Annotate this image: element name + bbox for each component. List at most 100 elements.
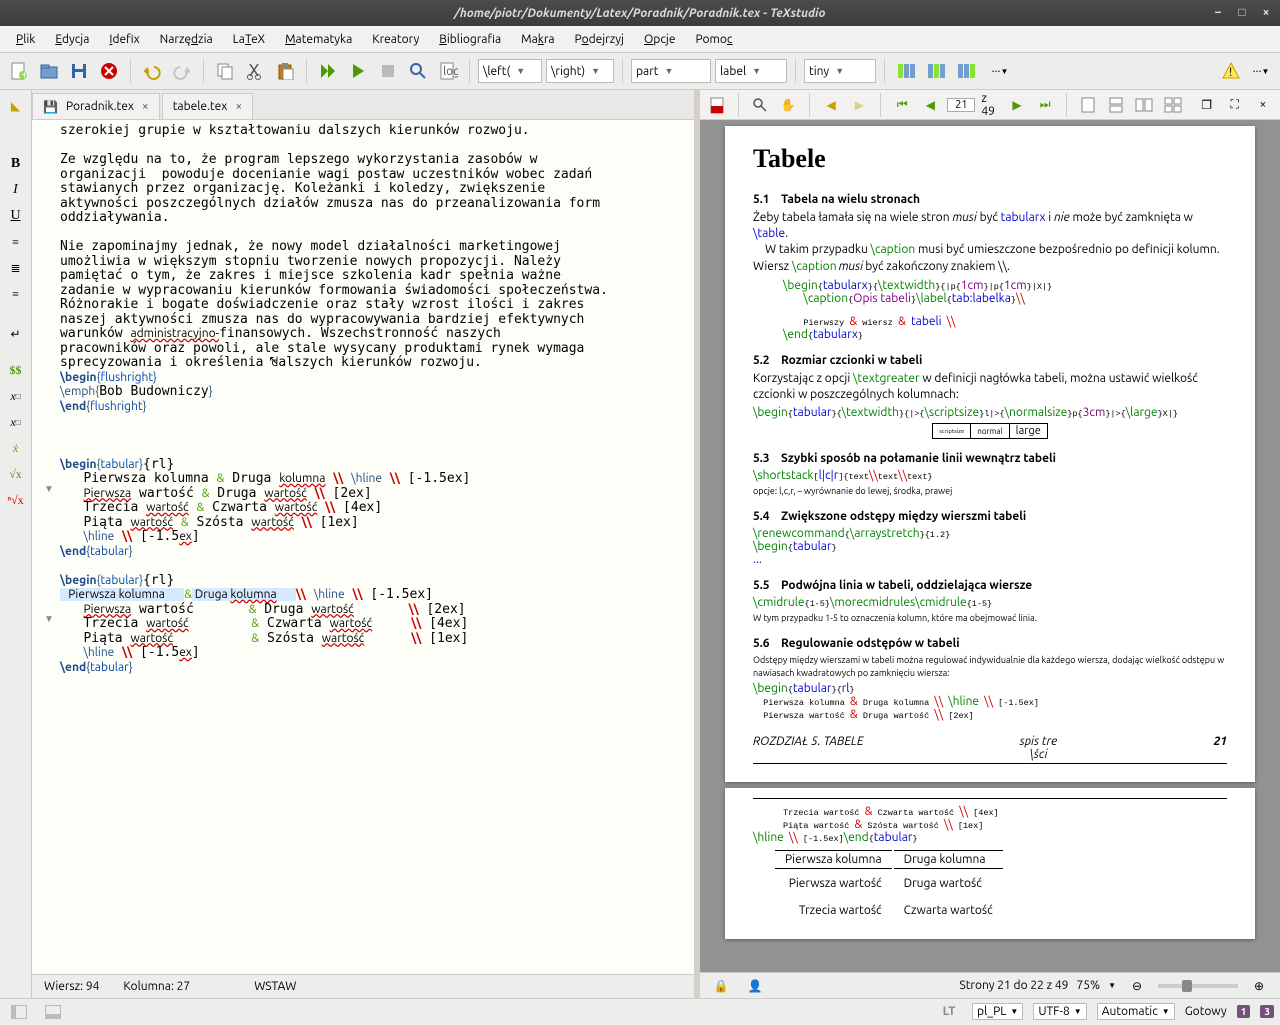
menu-narzedzia[interactable]: Narzędzia (152, 30, 221, 49)
close-button[interactable]: × (1258, 5, 1274, 21)
zoom-out-icon[interactable]: ⊖ (1124, 973, 1150, 999)
two-page-icon[interactable] (1133, 92, 1155, 118)
page-number-input[interactable] (947, 98, 975, 112)
editor-statusbar: Wiersz: 94 Kolumna: 27 WSTAW (32, 974, 694, 998)
menu-matematyka[interactable]: Matematyka (277, 30, 360, 49)
new-file-button[interactable]: + (6, 58, 32, 84)
tab-close-icon[interactable]: × (142, 100, 149, 113)
window-icon[interactable]: ❐ (1196, 92, 1218, 118)
single-page-icon[interactable] (1077, 92, 1099, 118)
tab-poradnik[interactable]: 💾 Poradnik.tex × (32, 93, 160, 119)
zoom-in-icon[interactable]: ⊕ (1246, 973, 1272, 999)
menu-plik[interactable]: Plik (8, 30, 43, 49)
panel-icon-2[interactable] (40, 999, 66, 1025)
superscript-button[interactable]: x□ (3, 410, 29, 434)
menu-makra[interactable]: Makra (513, 30, 562, 49)
prev-page-icon[interactable]: ◀ (919, 92, 941, 118)
sqrt-button[interactable]: √x (3, 462, 29, 486)
svg-text:!: ! (1229, 66, 1232, 79)
column-icon-3[interactable] (953, 58, 979, 84)
badge-1[interactable]: 1 (1237, 1005, 1251, 1018)
redo-button[interactable] (169, 58, 195, 84)
subscript-button[interactable]: x□ (3, 384, 29, 408)
right-bracket-combo[interactable]: \right)▼ (546, 59, 614, 83)
maximize-button[interactable]: □ (1234, 5, 1250, 21)
cont-page-icon[interactable] (1105, 92, 1127, 118)
svg-text:log: log (443, 65, 458, 78)
math-mode-button[interactable]: $$ (3, 358, 29, 382)
menu-latex[interactable]: LaTeX (225, 30, 273, 49)
lt-icon[interactable]: LT (936, 999, 962, 1025)
svg-text:+: + (21, 68, 28, 81)
sidebar-toggle[interactable]: ◣ (3, 94, 29, 118)
fontsize-combo[interactable]: tiny▼ (804, 59, 876, 83)
undo-button[interactable] (139, 58, 165, 84)
toolbar-overflow[interactable]: ··· ▼ (987, 58, 1013, 84)
titlebar: /home/piotr/Dokumenty/Latex/Poradnik/Por… (0, 0, 1280, 26)
tab-tabele[interactable]: tabele.tex × (162, 93, 253, 119)
next-page-icon[interactable]: ▶ (1006, 92, 1028, 118)
align-center-button[interactable]: ≣ (3, 256, 29, 280)
menu-podejrzyj[interactable]: Podejrzyj (567, 30, 632, 49)
view-pdf-button[interactable] (405, 58, 431, 84)
frac-button[interactable]: ẋ (3, 436, 29, 460)
build-run-button[interactable] (315, 58, 341, 84)
left-sidebar: ◣ B I U ≡ ≣ ≡ ↵ $$ x□ x□ ẋ √x ⁿ√x (0, 90, 32, 998)
lineend-combo[interactable]: Automatic▼ (1097, 1003, 1175, 1020)
pdf-icon[interactable] (706, 92, 728, 118)
expand-icon[interactable]: ⛶ (1224, 92, 1246, 118)
last-page-icon[interactable]: ⏭ (1034, 92, 1056, 118)
copy-button[interactable] (212, 58, 238, 84)
lock-icon[interactable]: 🔒 (708, 973, 734, 999)
grid-page-icon[interactable] (1161, 92, 1183, 118)
italic-button[interactable]: I (3, 178, 29, 202)
cut-button[interactable] (242, 58, 268, 84)
window-title: /home/piotr/Dokumenty/Latex/Poradnik/Por… (455, 7, 826, 20)
user-icon[interactable]: 👤 (742, 973, 768, 999)
pdf-viewport[interactable]: Tabele 5.1Tabela na wielu stronach Żeby … (700, 120, 1280, 972)
encoding-combo[interactable]: UTF-8▼ (1033, 1003, 1086, 1020)
preview-close-icon[interactable]: × (1252, 92, 1274, 118)
first-page-icon[interactable]: ⏮ (891, 92, 913, 118)
menu-bibliografia[interactable]: Bibliografia (431, 30, 509, 49)
preview-statusbar: 🔒 👤 Strony 21 do 22 z 49 75% ▼ ⊖ ⊕ (700, 972, 1280, 998)
menu-kreatory[interactable]: Kreatory (364, 30, 427, 49)
close-file-button[interactable] (96, 58, 122, 84)
left-bracket-combo[interactable]: \left(▼ (478, 59, 542, 83)
column-icon-2[interactable] (923, 58, 949, 84)
label-combo[interactable]: label▼ (715, 59, 787, 83)
page-of-label: z 49 (981, 92, 1000, 118)
view-log-button[interactable]: log (435, 58, 461, 84)
save-button[interactable] (66, 58, 92, 84)
compile-button[interactable] (345, 58, 371, 84)
menu-pomoc[interactable]: Pomoc (687, 30, 740, 49)
zoom-search-icon[interactable] (749, 92, 771, 118)
bold-button[interactable]: B (3, 152, 29, 176)
stop-button[interactable] (375, 58, 401, 84)
tab-close-icon[interactable]: × (235, 100, 242, 113)
hand-tool-icon[interactable]: ✋ (777, 92, 799, 118)
badge-2[interactable]: 3 (1260, 1005, 1274, 1018)
nroot-button[interactable]: ⁿ√x (3, 488, 29, 512)
panel-icon-1[interactable] (6, 999, 32, 1025)
part-combo[interactable]: part▼ (631, 59, 711, 83)
open-file-button[interactable] (36, 58, 62, 84)
language-combo[interactable]: pl_PL▼ (972, 1003, 1023, 1020)
align-left-button[interactable]: ≡ (3, 230, 29, 254)
align-right-button[interactable]: ≡ (3, 282, 29, 306)
menu-opcje[interactable]: Opcje (636, 30, 683, 49)
zoom-slider[interactable] (1158, 984, 1238, 988)
paste-button[interactable] (272, 58, 298, 84)
newline-button[interactable]: ↵ (3, 322, 29, 346)
column-icon-1[interactable] (893, 58, 919, 84)
menu-idefix[interactable]: Idefix (101, 30, 147, 49)
warning-icon[interactable]: ! (1218, 58, 1244, 84)
menu-edycja[interactable]: Edycja (47, 30, 97, 49)
code-editor[interactable]: szerokiej grupie w kształtowaniu dalszyc… (32, 120, 694, 974)
ready-label: Gotowy (1185, 1005, 1227, 1018)
minimize-button[interactable]: – (1210, 5, 1226, 21)
nav-back-icon[interactable]: ◀ (820, 92, 842, 118)
toolbar-overflow-2[interactable]: ··· ▼ (1248, 58, 1274, 84)
nav-fwd-icon[interactable]: ▶ (848, 92, 870, 118)
underline-button[interactable]: U (3, 204, 29, 228)
